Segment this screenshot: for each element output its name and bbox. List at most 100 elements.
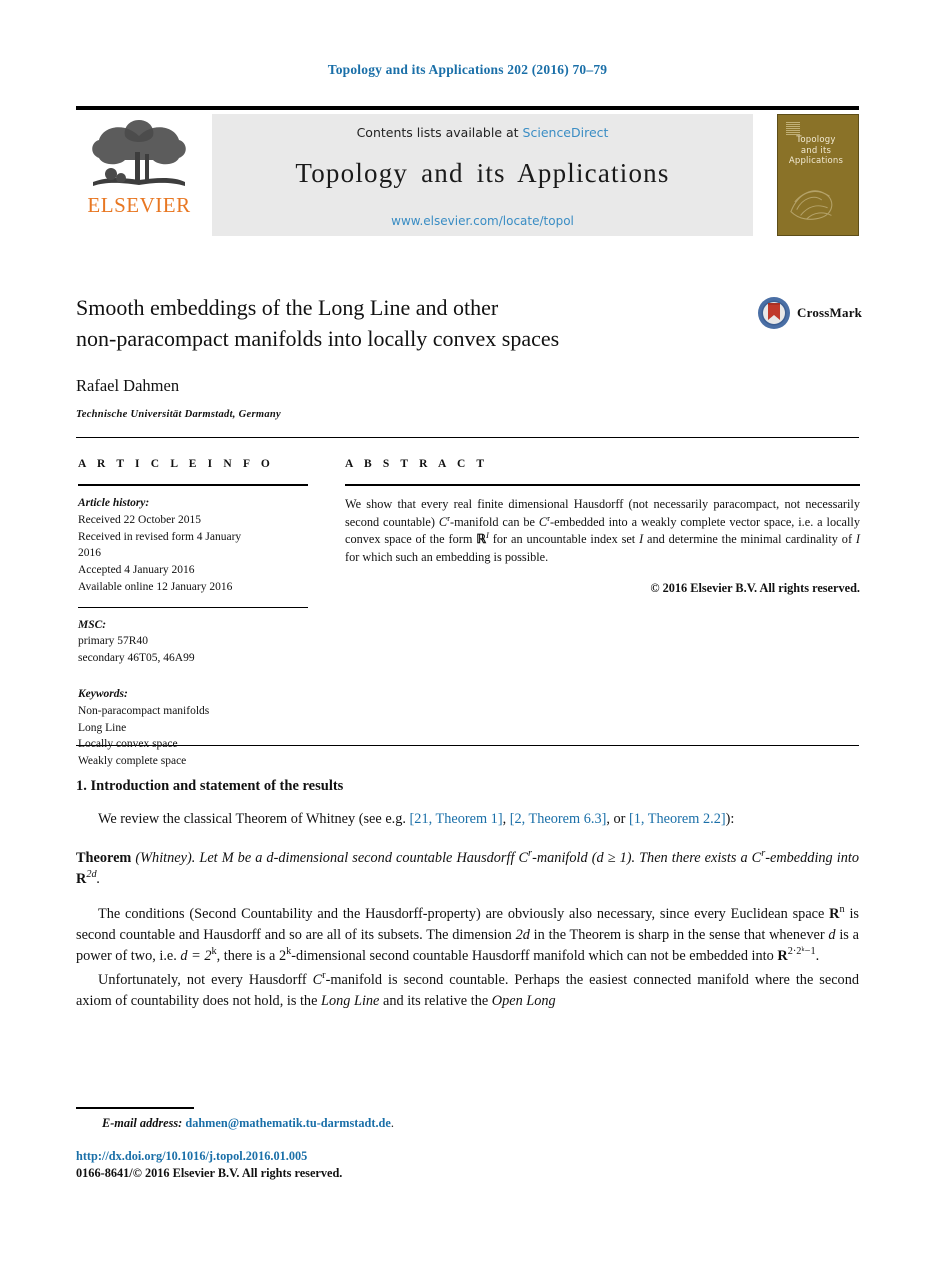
p2-seg-a: The conditions (Second Countability and …	[98, 906, 830, 923]
abstract-seg-5: and determine the minimal cardinality of	[643, 532, 856, 547]
history-item: 2016	[78, 547, 101, 560]
p3-cr: C	[312, 972, 323, 989]
p2-dimension-2d: 2d	[515, 927, 530, 944]
running-head: Topology and its Applications 202 (2016)…	[327, 62, 608, 77]
p2-rspace-2-sup: 2·2ᵏ−1	[787, 946, 816, 958]
keyword-item: Weakly complete space	[78, 755, 187, 768]
p2-seg-c: in the Theorem is sharp in the sense tha…	[529, 927, 829, 944]
p2-seg-i: .	[815, 948, 820, 965]
history-item: Accepted 4 January 2016	[78, 564, 195, 577]
theorem-manifold-symbol: M	[221, 850, 234, 867]
footnote-rule	[76, 1107, 194, 1109]
p3-open-long-term: Open Long	[491, 993, 556, 1010]
article-history-rule	[78, 606, 308, 608]
theorem-rspace: R	[76, 871, 87, 888]
contents-available-line: Contents lists available at ScienceDirec…	[357, 125, 609, 140]
history-item: Received 22 October 2015	[78, 513, 201, 526]
section-1-title: 1. Introduction and statement of the res…	[76, 778, 344, 794]
intro-p1-seg-a: We review the classical Theorem of Whitn…	[98, 811, 410, 827]
article-info-heading-rule	[78, 484, 308, 486]
cover-artwork-icon	[790, 190, 833, 220]
article-history-group: Article history: Received 22 October 201…	[78, 495, 308, 596]
abstract-seg-2: -manifold can be	[450, 514, 539, 529]
msc-group: MSC: primary 57R40 secondary 46T05, 46A9…	[78, 617, 308, 667]
issn-copyright-line: 0166-8641/© 2016 Elsevier B.V. All right…	[76, 1165, 343, 1180]
email-period: .	[390, 1116, 394, 1130]
theorem-seg-a: Let	[199, 850, 222, 867]
theorem-seg-c: -manifold (d ≥ 1). Then there exists a	[532, 850, 752, 867]
email-label: E-mail address:	[102, 1116, 183, 1130]
article-title-line-2: non-paracompact manifolds into locally c…	[76, 326, 560, 352]
citation-ref-2[interactable]: [2, Theorem 6.3]	[510, 811, 607, 827]
keyword-item: Non-paracompact manifolds	[78, 704, 210, 717]
abstract-column: A B S T R A C T We show that every real …	[345, 458, 860, 596]
article-title: Smooth embeddings of the Long Line and o…	[76, 292, 756, 354]
cover-publisher-mark-icon	[786, 122, 800, 136]
intro-p1-seg-b: ,	[502, 811, 510, 827]
intro-paragraph-2: The conditions (Second Countability and …	[76, 904, 859, 967]
journal-banner: Contents lists available at ScienceDirec…	[212, 114, 753, 236]
abstract-copyright: © 2016 Elsevier B.V. All rights reserved…	[650, 580, 860, 595]
p2-seg-h: -dimensional second countable Hausdorff …	[291, 948, 778, 965]
article-history-label: Article history:	[78, 497, 150, 509]
p3-seg-a: Unfortunately, not every Hausdorff	[98, 972, 313, 989]
email-link[interactable]: dahmen@mathematik.tu-darmstadt.de	[185, 1116, 390, 1130]
keyword-item: Locally convex space	[78, 738, 178, 751]
p2-d-symbol: d	[828, 927, 836, 944]
keywords-label: Keywords:	[78, 688, 128, 701]
article-page: Topology and its Applications 202 (2016)…	[0, 0, 935, 1266]
abstract-heading-rule	[345, 484, 860, 486]
theorem-cr-2: C	[751, 850, 762, 867]
abstract-rspace: ℝ	[476, 532, 486, 547]
colophon: http://dx.doi.org/10.1016/j.topol.2016.0…	[76, 1148, 342, 1182]
theorem-seg-e: .	[96, 871, 101, 888]
crossmark-label: CrossMark	[797, 305, 863, 320]
crossmark-badge[interactable]: CrossMark	[757, 296, 862, 330]
intro-p1-seg-c: , or	[606, 811, 629, 827]
crossmark-icon	[758, 297, 790, 329]
theorem-seg-b: be a d-dimensional second countable Haus…	[233, 850, 519, 867]
cover-title: Topology and its Applications	[778, 135, 854, 167]
abstract-seg-6: for which such an embedding is possible.	[345, 550, 549, 565]
abstract-heading: A B S T R A C T	[345, 458, 489, 470]
abstract-seg-4: for an uncountable index set	[488, 532, 640, 547]
whitney-theorem: Theorem (Whitney). Let M be a d-dimensio…	[76, 848, 859, 890]
msc-item: primary 57R40	[78, 635, 148, 648]
p2-power-eq: d = 2	[180, 948, 212, 965]
article-info-heading: A R T I C L E I N F O	[78, 458, 274, 470]
intro-paragraph-3: Unfortunately, not every Hausdorff Cr-ma…	[76, 970, 859, 1012]
keyword-item: Long Line	[78, 721, 127, 734]
citation-ref-21[interactable]: [21, Theorem 1]	[410, 811, 503, 827]
journal-homepage-url[interactable]: www.elsevier.com/locate/topol	[212, 214, 753, 228]
msc-label: MSC:	[78, 618, 107, 631]
abstract-cr-1: C	[438, 514, 448, 529]
author-affiliation: Technische Universität Darmstadt, German…	[76, 409, 282, 421]
journal-cover-thumbnail: Topology and its Applications	[777, 114, 859, 236]
p2-rspace-2: R	[777, 948, 788, 965]
cover-title-line-1: Topology	[796, 135, 836, 145]
p2-rspace: R	[829, 906, 840, 923]
p3-long-line-term: Long Line	[321, 993, 380, 1010]
author-name: Rafael Dahmen	[76, 376, 180, 396]
article-body: 1. Introduction and statement of the res…	[76, 778, 859, 1012]
journal-title: Topology and its Applications	[295, 158, 670, 188]
intro-p1-seg-d: ):	[725, 811, 735, 827]
citation-ref-1[interactable]: [1, Theorem 2.2]	[629, 811, 726, 827]
msc-item: secondary 46T05, 46A99	[78, 652, 195, 665]
doi-link[interactable]: http://dx.doi.org/10.1016/j.topol.2016.0…	[76, 1149, 307, 1163]
elsevier-logo: ELSEVIER	[76, 114, 202, 236]
cover-title-line-3: Applications	[788, 156, 844, 167]
keywords-group: Keywords: Non-paracompact manifolds Long…	[78, 686, 308, 770]
cover-title-line-2: and its	[800, 145, 832, 156]
theorem-rspace-sup: 2d	[86, 869, 97, 881]
theorem-cr: C	[518, 850, 529, 867]
contents-prefix-text: Contents lists available at	[356, 125, 523, 140]
article-info-column: A R T I C L E I N F O Article history: R…	[78, 458, 308, 770]
abstract-text: We show that every real finite dimension…	[345, 496, 860, 567]
theorem-label: Theorem	[76, 850, 132, 867]
masthead-top-rule	[76, 106, 859, 110]
sciencedirect-link[interactable]: ScienceDirect	[523, 125, 609, 140]
intro-paragraph-1: We review the classical Theorem of Whitn…	[76, 809, 859, 830]
elsevier-wordmark: ELSEVIER	[87, 193, 191, 217]
theorem-attribution: (Whitney).	[131, 850, 200, 867]
